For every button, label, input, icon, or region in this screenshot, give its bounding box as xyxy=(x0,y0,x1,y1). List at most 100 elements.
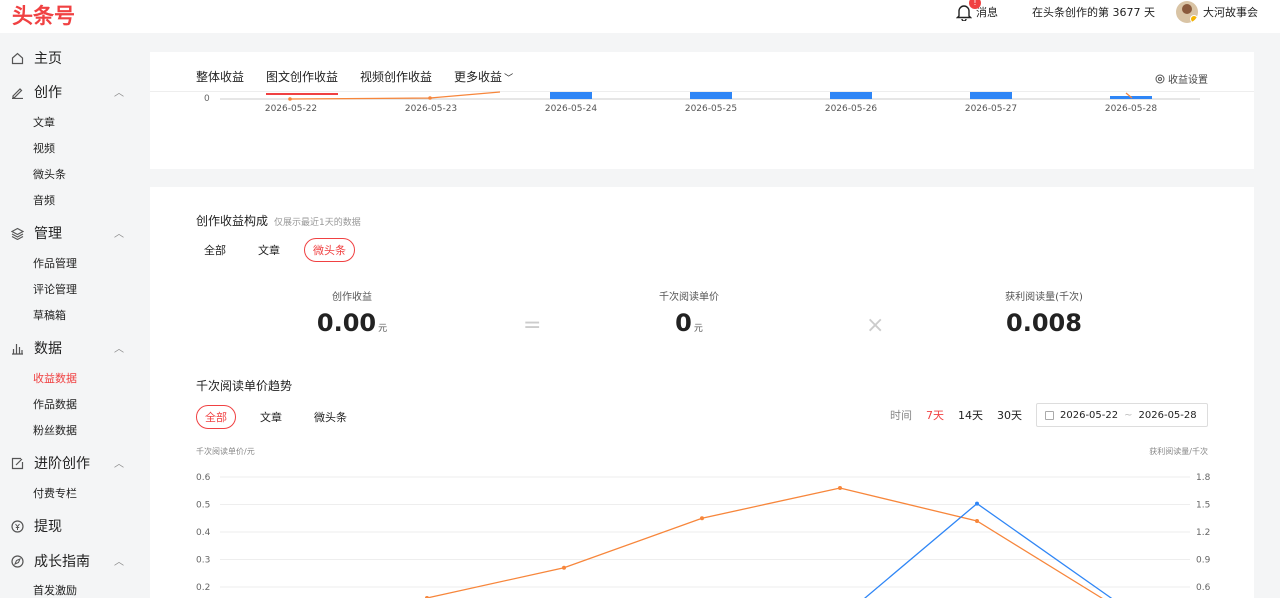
sidebar-subitem-drafts[interactable]: 草稿箱 xyxy=(33,307,66,323)
metric-unit: 元 xyxy=(378,324,388,334)
metric-value: 0.008 xyxy=(1006,309,1082,337)
top-bar: 头条号 ! 消息 在头条创作的第 3677 天 大河故事会 xyxy=(0,0,1280,33)
y-left-tick-label: 0.6 xyxy=(196,473,211,483)
pen-icon xyxy=(10,85,24,99)
sidebar-label: 成长指南 xyxy=(34,554,90,570)
series-point-0 xyxy=(700,516,704,521)
chevron-up-icon: ︿ xyxy=(114,88,124,99)
metric-profit-reads: 获利阅读量(千次) 0.008 xyxy=(964,288,1124,337)
y-right-tick-label: 1.8 xyxy=(1196,473,1211,483)
metric-label: 千次阅读单价 xyxy=(659,292,719,303)
y-left-tick-label: 0.5 xyxy=(196,501,210,511)
sidebar-subitem-weitoutiao[interactable]: 微头条 xyxy=(33,166,66,182)
top-income-chart: 0 2026-05-22 2026-05-23 2026-05-24 2026-05-… xyxy=(204,91,1200,114)
sidebar: 主页 创作 ︿ 文章 视频 微头条 音频 管理 ︿ 作品管理 评论管理 草稿箱 … xyxy=(0,33,140,598)
bar xyxy=(550,92,592,99)
metric-unit: 元 xyxy=(693,324,703,334)
x-axis-labels: 2026-05-22 2026-05-23 2026-05-24 2026-05-25… xyxy=(265,104,1158,114)
chevron-up-icon: ︿ xyxy=(114,344,124,355)
sidebar-label: 主页 xyxy=(34,51,62,67)
y-right-tick-label: 0.6 xyxy=(1196,583,1211,593)
home-icon xyxy=(10,51,24,65)
sidebar-label: 进阶创作 xyxy=(34,456,90,472)
composition-note: 仅展示最近1天的数据 xyxy=(274,218,361,228)
x-tick-label: 2026-05-22 xyxy=(265,104,317,114)
sidebar-item-data[interactable]: 数据 ︿ xyxy=(10,338,130,358)
x-tick-label: 2026-05-27 xyxy=(965,104,1017,114)
metric-creation-income: 创作收益 0.00 元 xyxy=(272,288,432,337)
bar xyxy=(830,92,872,99)
series-point-0 xyxy=(975,519,979,523)
messages-button[interactable]: ! 消息 xyxy=(955,0,998,24)
sidebar-item-manage[interactable]: 管理 ︿ xyxy=(10,223,130,243)
chevron-up-icon: ︿ xyxy=(114,229,124,240)
coin-icon xyxy=(10,519,24,533)
compass-icon xyxy=(10,554,24,568)
sidebar-label: 管理 xyxy=(34,226,62,242)
chevron-up-icon: ︿ xyxy=(114,557,124,568)
metric-number: 0 xyxy=(675,309,692,337)
metric-number: 0.00 xyxy=(316,309,377,337)
bar-chart-icon xyxy=(10,341,24,355)
series-line-1 xyxy=(863,502,1113,598)
sidebar-subitem-first-release[interactable]: 首发激励 xyxy=(33,582,77,598)
filter-all[interactable]: 全部 xyxy=(196,239,234,261)
sidebar-subitem-paid-column[interactable]: 付费专栏 xyxy=(33,485,77,501)
sidebar-label: 创作 xyxy=(34,85,62,101)
series-point-0 xyxy=(838,486,842,490)
sidebar-item-advanced[interactable]: 进阶创作 ︿ xyxy=(10,453,130,473)
x-tick-label: 2026-05-23 xyxy=(405,104,457,114)
sidebar-item-home[interactable]: 主页 xyxy=(10,48,130,68)
income-tabs-card: 整体收益 图文创作收益 视频创作收益 更多收益 ﹀ 收益设置 0 2026-05-… xyxy=(150,52,1254,169)
logo[interactable]: 头条号 xyxy=(12,0,75,30)
username: 大河故事会 xyxy=(1203,6,1258,19)
metric-cpm: 千次阅读单价 0元 xyxy=(609,288,769,337)
sidebar-item-growth[interactable]: 成长指南 ︿ xyxy=(10,551,130,571)
sidebar-subitem-video[interactable]: 视频 xyxy=(33,140,55,156)
y-zero-label: 0 xyxy=(204,94,210,104)
y-left-tick-label: 0.4 xyxy=(196,528,211,538)
income-line xyxy=(289,91,501,100)
metric-value: 0.00 元 xyxy=(272,309,432,337)
y-right-tick-label: 1.5 xyxy=(1196,501,1210,511)
sidebar-subitem-comments[interactable]: 评论管理 xyxy=(33,281,77,297)
sidebar-label: 数据 xyxy=(34,341,62,357)
filter-article[interactable]: 文章 xyxy=(250,239,288,261)
sidebar-subitem-works-data[interactable]: 作品数据 xyxy=(33,396,77,412)
bell-icon: ! xyxy=(955,0,981,22)
verified-badge-icon xyxy=(1190,15,1198,23)
bar xyxy=(970,92,1012,99)
series-point-1 xyxy=(975,501,979,506)
y-right-tick-label: 1.2 xyxy=(1196,528,1210,538)
metric-value: 0元 xyxy=(609,309,769,337)
cpm-trend-chart: 0.6 1.8 0.5 1.5 0.4 1.2 0.3 0.9 0.2 0.6 xyxy=(196,473,1211,598)
filter-weitoutiao[interactable]: 微头条 xyxy=(304,238,355,262)
x-tick-label: 2026-05-24 xyxy=(545,104,598,114)
income-point xyxy=(288,97,292,101)
x-tick-label: 2026-05-28 xyxy=(1105,104,1158,114)
bar xyxy=(690,92,732,99)
chevron-up-icon: ︿ xyxy=(114,459,124,470)
composition-card: 创作收益构成 仅展示最近1天的数据 全部 文章 微头条 创作收益 0.00 元 = … xyxy=(150,187,1254,598)
sidebar-subitem-article[interactable]: 文章 xyxy=(33,114,55,130)
sidebar-subitem-fans-data[interactable]: 粉丝数据 xyxy=(33,422,77,438)
equals-sign: = xyxy=(523,313,542,338)
sidebar-label: 提现 xyxy=(34,519,62,535)
sidebar-subitem-works[interactable]: 作品管理 xyxy=(33,255,77,271)
edit-box-icon xyxy=(10,456,24,470)
composition-title: 创作收益构成 xyxy=(196,214,269,228)
sidebar-item-create[interactable]: 创作 ︿ xyxy=(10,82,130,102)
series-point-0 xyxy=(562,565,566,570)
x-tick-label: 2026-05-26 xyxy=(825,104,878,114)
x-tick-label: 2026-05-25 xyxy=(685,104,737,114)
composition-filters: 全部 文章 微头条 xyxy=(196,238,355,262)
sidebar-subitem-audio[interactable]: 音频 xyxy=(33,192,55,208)
sidebar-subitem-income-data[interactable]: 收益数据 xyxy=(33,370,77,386)
times-sign: × xyxy=(866,313,885,338)
y-right-tick-label: 0.9 xyxy=(1196,556,1211,566)
composition-title-row: 创作收益构成 仅展示最近1天的数据 xyxy=(196,212,361,229)
sidebar-item-withdraw[interactable]: 提现 xyxy=(10,516,130,536)
metric-label: 创作收益 xyxy=(332,292,372,303)
layers-icon xyxy=(10,226,24,240)
user-menu[interactable]: 大河故事会 xyxy=(1176,0,1258,24)
